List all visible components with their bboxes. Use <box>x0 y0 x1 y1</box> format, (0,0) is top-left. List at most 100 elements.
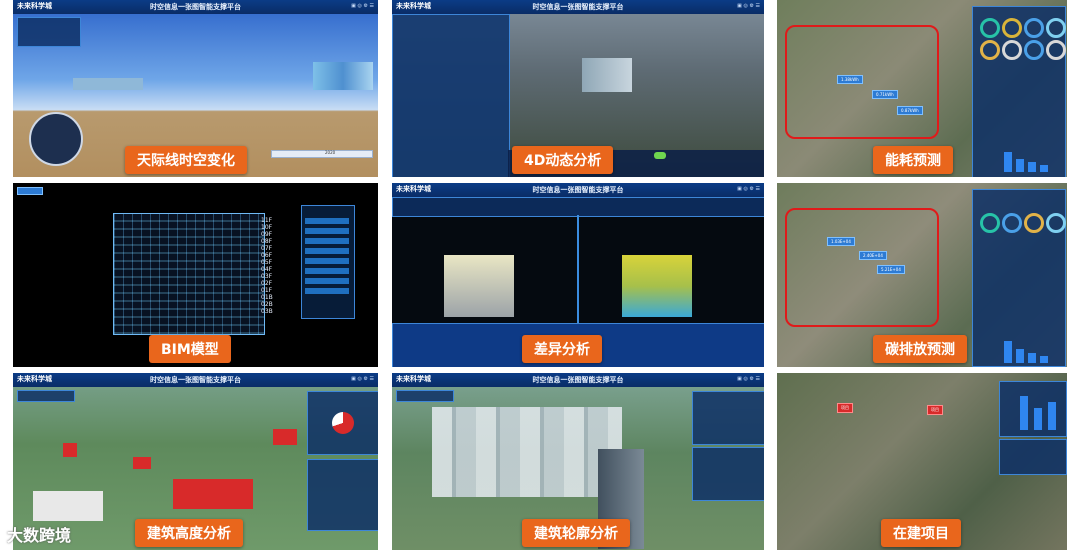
watermark-logo: 大数跨境 <box>7 526 72 545</box>
floor-label[interactable]: 03B <box>261 308 273 315</box>
tile-label: 在建项目 <box>881 519 961 547</box>
building-tag[interactable]: 0.87kWh <box>897 106 923 115</box>
bar <box>1004 152 1012 172</box>
building-tag[interactable]: 1.03E+04 <box>827 237 855 246</box>
panel-row[interactable] <box>305 238 349 244</box>
skyline-buildings <box>313 62 373 90</box>
floor-label[interactable]: 06F <box>261 252 272 259</box>
project-tag[interactable]: 项目 <box>927 405 943 415</box>
gauge-ring <box>980 18 1000 38</box>
floor-label[interactable]: 04F <box>261 266 272 273</box>
header-controls[interactable]: ▣ ◎ ⚙ ☰ <box>737 186 760 192</box>
gauge-ring <box>1002 18 1022 38</box>
bim-building <box>113 213 265 335</box>
tile-4d-analysis[interactable]: 未来科学城 时空信息一张图智能支撑平台 ▣ ◎ ⚙ ☰ 4D动态分析 <box>392 0 764 177</box>
floor-label[interactable]: 01F <box>261 287 272 294</box>
floor-label[interactable]: 11F <box>261 217 272 224</box>
header-controls[interactable]: ▣ ◎ ⚙ ☰ <box>351 3 374 9</box>
tile-difference-analysis[interactable]: 未来科学城 时空信息一张图智能支撑平台 ▣ ◎ ⚙ ☰ 差异分析 <box>392 183 764 367</box>
layer-panel[interactable] <box>396 390 454 402</box>
tile-skyline-change[interactable]: 未来科学城 时空信息一张图智能支撑平台 ▣ ◎ ⚙ ☰ 2020 天际线时空变化 <box>13 0 378 177</box>
bar-chart <box>1002 339 1060 363</box>
gauge-ring <box>980 40 1000 60</box>
bar <box>1016 159 1024 172</box>
floor-label[interactable]: 10F <box>261 224 272 231</box>
panel-row[interactable] <box>305 248 349 254</box>
building-tag[interactable]: 5.21E+04 <box>877 265 905 274</box>
gauge-ring <box>1024 213 1044 233</box>
filter-bar[interactable] <box>392 197 764 217</box>
tile-label: BIM模型 <box>149 335 231 363</box>
plain-buildings <box>33 491 103 521</box>
floor-label[interactable]: 02B <box>261 301 273 308</box>
header-controls[interactable]: ▣ ◎ ⚙ ☰ <box>737 376 760 382</box>
panel-row[interactable] <box>305 218 349 224</box>
floor-label[interactable]: 09F <box>261 231 272 238</box>
app-title: 时空信息一张图智能支撑平台 <box>532 186 624 194</box>
layer-panel[interactable] <box>17 17 81 47</box>
gauge-ring <box>1046 213 1066 233</box>
bar <box>1040 165 1048 172</box>
height-table[interactable] <box>307 459 378 531</box>
gauge-ring <box>1002 213 1022 233</box>
mode-tag[interactable] <box>17 187 43 195</box>
floor-label[interactable]: 07F <box>261 245 272 252</box>
tile-label: 建筑轮廓分析 <box>522 519 630 547</box>
panel-row[interactable] <box>305 288 349 294</box>
app-title: 时空信息一张图智能支撑平台 <box>532 3 624 11</box>
app-header: 未来科学城 时空信息一张图智能支撑平台 ▣ ◎ ⚙ ☰ <box>13 373 378 387</box>
floor-label[interactable]: 05F <box>261 259 272 266</box>
panel-row[interactable] <box>305 258 349 264</box>
pie-panel[interactable] <box>307 391 378 455</box>
app-title: 时空信息一张图智能支撑平台 <box>150 376 241 384</box>
tile-label: 碳排放预测 <box>873 335 967 363</box>
stats-panel[interactable] <box>999 381 1067 437</box>
tile-label: 建筑高度分析 <box>135 519 243 547</box>
split-divider[interactable] <box>577 215 579 323</box>
tile-label: 能耗预测 <box>873 146 953 174</box>
tile-bim-model[interactable]: 11F 10F 09F 08F 07F 06F 05F 04F 03F 02F … <box>13 183 378 367</box>
floor-label[interactable]: 03F <box>261 273 272 280</box>
panel-row[interactable] <box>305 268 349 274</box>
panel-row[interactable] <box>305 228 349 234</box>
model-original <box>444 255 514 317</box>
bar <box>1016 349 1024 363</box>
tile-building-outline[interactable]: 未来科学城 时空信息一张图智能支撑平台 ▣ ◎ ⚙ ☰ 建筑轮廓分析 <box>392 373 764 550</box>
tile-construction-projects[interactable]: 项目 项目 在建项目 <box>777 373 1067 550</box>
bar-chart <box>1002 150 1060 172</box>
compass-dial[interactable] <box>29 112 83 166</box>
component-panel[interactable] <box>301 205 355 319</box>
project-table[interactable] <box>999 439 1067 475</box>
panel-row[interactable] <box>305 278 349 284</box>
floor-label[interactable]: 02F <box>261 280 272 287</box>
project-tag[interactable]: 项目 <box>837 403 853 413</box>
timeline-year: 2020 <box>325 150 336 155</box>
tile-energy-forecast[interactable]: 1.38kWh 0.71kWh 0.87kWh 能耗预测 <box>777 0 1067 177</box>
bar <box>1004 341 1012 363</box>
play-button[interactable] <box>654 152 666 159</box>
tile-carbon-forecast[interactable]: 1.03E+04 2.40E+04 5.21E+04 碳排放预测 <box>777 183 1067 367</box>
floor-list[interactable]: 11F 10F 09F 08F 07F 06F 05F 04F 03F 02F … <box>261 217 291 317</box>
highlighted-building <box>63 443 77 457</box>
pie-chart <box>332 412 354 434</box>
timeline-slider[interactable] <box>271 150 373 158</box>
building-cluster <box>432 407 622 497</box>
header-controls[interactable]: ▣ ◎ ⚙ ☰ <box>351 376 374 382</box>
bar <box>1034 408 1042 430</box>
outline-chart-panel[interactable] <box>692 391 764 445</box>
gauge-ring <box>980 213 1000 233</box>
highlighted-building <box>133 457 151 469</box>
app-title: 时空信息一张图智能支撑平台 <box>532 376 624 384</box>
header-controls[interactable]: ▣ ◎ ⚙ ☰ <box>737 3 760 9</box>
model-compare <box>622 255 692 317</box>
gauge-ring <box>1002 40 1022 60</box>
query-panel[interactable] <box>392 14 510 177</box>
building-tag[interactable]: 1.38kWh <box>837 75 863 84</box>
highlighted-building <box>173 479 253 509</box>
building-tag[interactable]: 2.40E+04 <box>859 251 887 260</box>
layer-panel[interactable] <box>17 390 75 402</box>
building-tag[interactable]: 0.71kWh <box>872 90 898 99</box>
floor-label[interactable]: 01B <box>261 294 273 301</box>
floor-label[interactable]: 08F <box>261 238 272 245</box>
outline-chart-panel[interactable] <box>692 447 764 501</box>
